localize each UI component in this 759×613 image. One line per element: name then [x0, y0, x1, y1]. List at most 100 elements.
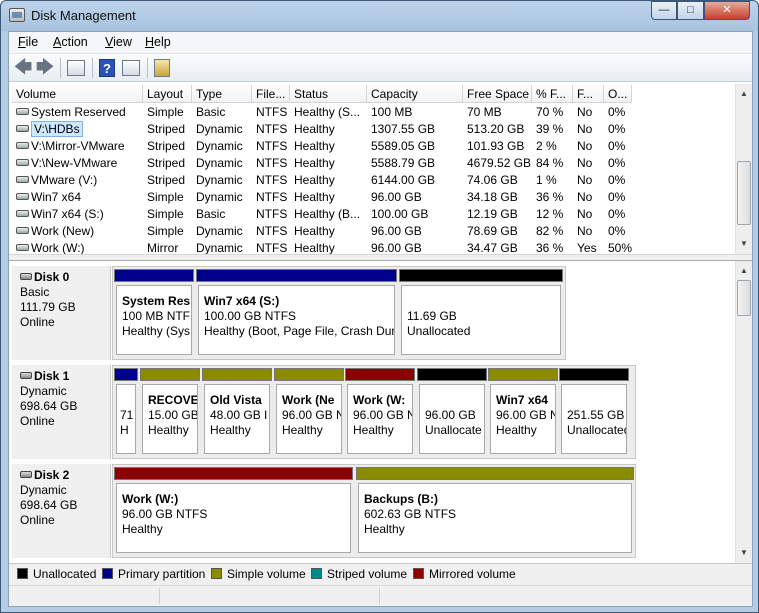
scroll-up-arrow-icon[interactable]: ▲	[736, 263, 752, 279]
table-cell: 0%	[608, 173, 626, 187]
partition[interactable]: Work (W:) 96.00 GB NTFS Healthy	[114, 467, 353, 555]
partition-size: 251.55 GB	[567, 408, 625, 422]
disk-graphical-view: Disk 0 Basic 111.79 GB Online System Res 100 …	[9, 261, 752, 563]
title-bar[interactable]: Disk Management — □ ✕	[1, 1, 758, 31]
table-cell: NTFS	[256, 173, 288, 187]
menu-view[interactable]: View	[105, 35, 132, 49]
scroll-thumb[interactable]	[737, 161, 751, 225]
table-cell: NTFS	[256, 190, 288, 204]
properties-icon[interactable]	[122, 60, 140, 76]
volume-icon	[16, 125, 29, 133]
volume-name: Win7 x64 (S:)	[31, 207, 104, 221]
table-cell: 74.06 GB	[467, 173, 518, 187]
table-row[interactable]: Work (New) Simple Dynamic NTFS Healthy 96.00 …	[12, 223, 732, 240]
partition[interactable]: 251.55 GB Unallocated	[559, 368, 629, 456]
partition-color-bar	[399, 269, 563, 282]
volume-icon	[16, 142, 29, 150]
table-cell: Healthy	[294, 190, 335, 204]
partition-color-bar	[488, 368, 558, 381]
column-header[interactable]: F...	[573, 85, 604, 103]
volume-name: Work (New)	[31, 224, 95, 238]
volume-name: Work (W:)	[31, 241, 85, 254]
table-cell: Dynamic	[196, 139, 243, 153]
partition-status: Healthy (Sys	[122, 324, 191, 338]
legend-item: Unallocated	[17, 567, 96, 581]
help-icon[interactable]: ?	[99, 59, 115, 77]
partition-status: Healthy	[364, 522, 405, 536]
disk-label[interactable]: Disk 0 Basic 111.79 GB Online	[12, 266, 111, 360]
partition[interactable]: RECOVE 15.00 GB Healthy	[140, 368, 200, 456]
column-header[interactable]: O...	[604, 85, 632, 103]
legend-swatch	[211, 568, 222, 580]
table-cell: 12.19 GB	[467, 207, 518, 221]
partition[interactable]: 11.69 GB Unallocated	[399, 269, 563, 357]
disk-label[interactable]: Disk 1 Dynamic 698.64 GB Online	[12, 365, 111, 459]
show-hide-console-tree-icon[interactable]	[67, 60, 85, 76]
menu-action[interactable]: Action	[53, 35, 88, 49]
table-row[interactable]: VMware (V:) Striped Dynamic NTFS Healthy 6144…	[12, 172, 732, 189]
scroll-down-arrow-icon[interactable]: ▼	[736, 545, 752, 561]
settings-icon[interactable]	[154, 59, 170, 77]
partition-color-bar	[140, 368, 200, 381]
table-cell: NTFS	[256, 122, 288, 136]
table-cell: 1 %	[536, 173, 557, 187]
disk-management-app-icon[interactable]	[9, 8, 25, 22]
partition-size: 602.63 GB NTFS	[364, 507, 457, 521]
scroll-thumb[interactable]	[737, 280, 751, 316]
menu-help[interactable]: Help	[145, 35, 171, 49]
table-row[interactable]: System Reserved Simple Basic NTFS Healthy (S…	[12, 104, 732, 121]
scroll-up-arrow-icon[interactable]: ▲	[736, 86, 752, 102]
partition[interactable]: 96.00 GB Unallocate	[417, 368, 487, 456]
partition[interactable]: Win7 x64 (S:) 100.00 GB NTFS Healthy (Boot…	[196, 269, 397, 357]
column-header[interactable]: % F...	[532, 85, 573, 103]
partition[interactable]: Work (W: 96.00 GB N Healthy	[345, 368, 415, 456]
table-row[interactable]: V:\Mirror-VMware Striped Dynamic NTFS Health…	[12, 138, 732, 155]
volume-list-scrollbar[interactable]: ▲ ▼	[735, 84, 752, 254]
disk-view-scrollbar[interactable]: ▲ ▼	[735, 261, 752, 563]
menu-file[interactable]: File	[18, 35, 38, 49]
partition[interactable]: System Res 100 MB NTF Healthy (Sys	[114, 269, 194, 357]
column-header[interactable]: Status	[290, 85, 367, 103]
disk-label[interactable]: Disk 2 Dynamic 698.64 GB Online	[12, 464, 111, 558]
table-row[interactable]: V:\New-VMware Striped Dynamic NTFS Healthy 55…	[12, 155, 732, 172]
table-cell: Dynamic	[196, 190, 243, 204]
disk-state: Online	[20, 315, 55, 329]
column-header[interactable]: Type	[192, 85, 252, 103]
table-cell: System Reserved	[12, 104, 143, 121]
legend-label: Striped volume	[327, 567, 408, 581]
partition[interactable]: Work (Ne 96.00 GB N Healthy	[274, 368, 344, 456]
partition-name: Backups (B:)	[364, 492, 439, 506]
table-row[interactable]: Win7 x64 (S:) Simple Basic NTFS Healthy (B..…	[12, 206, 732, 223]
forward-arrow-icon[interactable]: 🡆	[35, 58, 55, 78]
window-title: Disk Management	[31, 8, 136, 23]
scroll-down-arrow-icon[interactable]: ▼	[736, 236, 752, 252]
table-cell: 100.00 GB	[371, 207, 429, 221]
partition-name: RECOVE	[148, 393, 198, 407]
table-cell: Yes	[577, 241, 597, 254]
maximize-button[interactable]: □	[677, 1, 704, 20]
partition[interactable]: 71 H	[114, 368, 138, 456]
pane-splitter[interactable]	[9, 254, 752, 261]
table-cell: 96.00 GB	[371, 224, 422, 238]
disk-name-text: Disk 2	[34, 468, 70, 482]
partition[interactable]: Win7 x64 96.00 GB N Healthy	[488, 368, 558, 456]
table-row[interactable]: Win7 x64 Simple Dynamic NTFS Healthy 96.00 GB…	[12, 189, 732, 206]
table-cell: NTFS	[256, 241, 288, 254]
table-row[interactable]: Work (W:) Mirror Dynamic NTFS Healthy 96.00 G…	[12, 240, 732, 254]
column-header[interactable]: Volume	[12, 85, 143, 103]
table-cell: Dynamic	[196, 156, 243, 170]
partition-color-bar	[274, 368, 344, 381]
back-arrow-icon[interactable]: 🡄	[13, 58, 33, 78]
close-button[interactable]: ✕	[704, 1, 750, 20]
column-header[interactable]: Capacity	[367, 85, 463, 103]
column-header[interactable]: Layout	[143, 85, 192, 103]
column-header[interactable]: File...	[252, 85, 290, 103]
partition[interactable]: Old Vista 48.00 GB I Healthy	[202, 368, 272, 456]
legend-swatch	[413, 568, 424, 580]
table-cell: Healthy (S...	[294, 105, 361, 119]
table-row[interactable]: V:\HDBs Striped Dynamic NTFS Healthy 1307.55 …	[12, 121, 732, 138]
partition[interactable]: Backups (B:) 602.63 GB NTFS Healthy	[356, 467, 634, 555]
column-header[interactable]: Free Space	[463, 85, 532, 103]
minimize-button[interactable]: —	[651, 1, 677, 20]
volume-icon	[16, 227, 29, 235]
